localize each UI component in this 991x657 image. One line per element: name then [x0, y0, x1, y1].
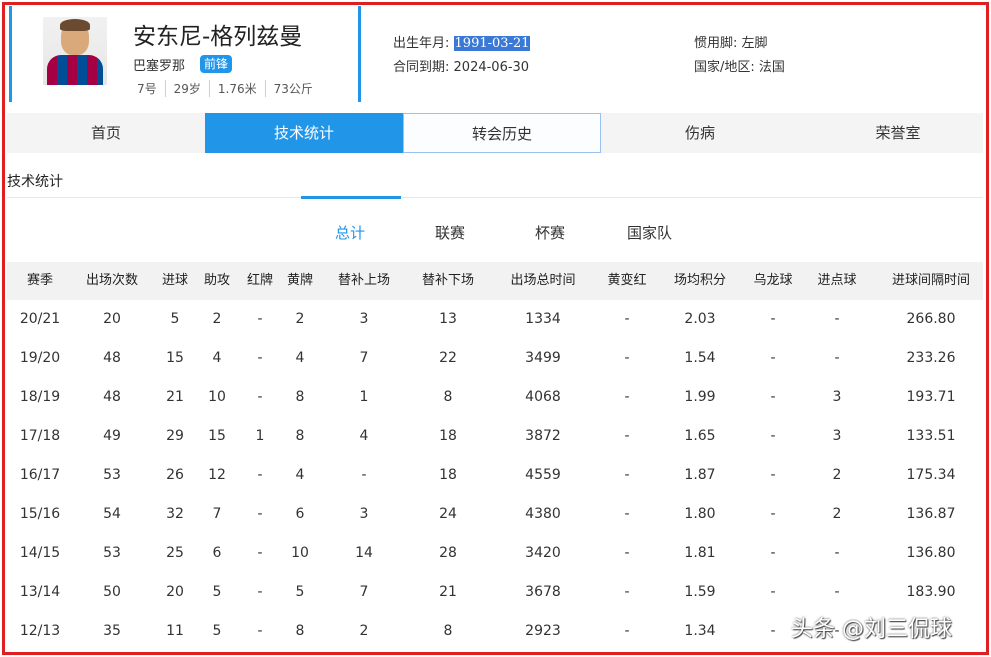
- table-row: 17/18 49 29 15 1 8 4 18 3872-1.65-3 133.51: [7, 417, 983, 456]
- player-name: 安东尼-格列兹曼: [133, 24, 303, 50]
- player-info-panel: 出生年月: 1991-03-21 合同到期: 2024-06-30 惯用脚: 左…: [358, 6, 986, 102]
- birth-date-label: 出生年月:: [393, 36, 450, 51]
- table-cell: 28: [439, 545, 457, 561]
- watermark: 头条 @刘三侃球: [791, 617, 952, 642]
- player-card: 安东尼-格列兹曼 巴塞罗那 前锋 7号 29岁 1.76米 73公斤: [9, 6, 339, 102]
- table-row: 18/19 48 21 10-8 1 8 4068-1.99-3 193.71: [7, 378, 983, 417]
- tab-honors[interactable]: 荣誉室: [799, 113, 991, 153]
- table-cell: 8: [443, 389, 453, 405]
- position-badge: 前锋: [200, 55, 233, 73]
- table-cell: -: [834, 350, 840, 366]
- table-cell: 2: [832, 467, 842, 483]
- player-avatar: [43, 17, 107, 85]
- table-cell: 2: [832, 506, 842, 522]
- table-cell: 266.80: [906, 311, 956, 327]
- hair-shape: [60, 19, 90, 31]
- section-divider: [7, 197, 983, 198]
- player-age: 29岁: [164, 80, 209, 97]
- column-header: 替补下场: [421, 273, 474, 288]
- table-cell: -: [834, 545, 840, 561]
- tab-home[interactable]: 首页: [7, 113, 205, 153]
- table-cell: 18: [439, 467, 457, 483]
- subtab-cup[interactable]: 杯赛: [535, 222, 565, 243]
- subtab-league[interactable]: 联赛: [435, 222, 465, 243]
- shirt-number: 7号: [137, 82, 157, 96]
- table-cell: 175.34: [906, 467, 956, 483]
- column-header: 进球间隔时间: [891, 273, 970, 288]
- table-row: 20/21 20 5 2-2 3 13 1334-2.03- -266.80: [7, 300, 983, 339]
- table-cell: 21: [439, 584, 457, 600]
- country-label: 国家/地区:: [694, 60, 755, 75]
- table-cell: -: [834, 584, 840, 600]
- main-nav: 首页 技术统计 转会历史 伤病 荣誉室: [7, 113, 983, 153]
- tab-stats[interactable]: 技术统计: [205, 113, 403, 153]
- tab-injuries[interactable]: 伤病: [601, 113, 799, 153]
- table-row: 19/20 48 15 4-4 7 22 3499-1.54- -233.26: [7, 339, 983, 378]
- table-cell: 8: [443, 623, 453, 639]
- jersey-shape: [47, 55, 103, 85]
- player-attributes: 7号 29岁 1.76米 73公斤: [133, 80, 321, 97]
- table-cell: 22: [439, 350, 457, 366]
- table-body: 20/21 20 5 2-2 3 13 1334-2.03- -266.80 19/20 48 15…: [7, 300, 983, 651]
- table-cell: 233.26: [906, 350, 956, 366]
- table-cell: 3: [832, 389, 842, 405]
- contract-row: 合同到期: 2024-06-30: [393, 56, 529, 75]
- birth-date-row: 出生年月: 1991-03-21: [393, 32, 531, 51]
- table-row: 16/17 53 26 12-4-18 4559-1.87-2 175.34: [7, 456, 983, 495]
- table-cell: 18: [439, 428, 457, 444]
- contract-label: 合同到期:: [393, 60, 450, 75]
- table-cell: -: [834, 311, 840, 327]
- active-subtab-indicator: [301, 196, 401, 199]
- country-row: 国家/地区: 法国: [694, 56, 785, 75]
- table-cell: 133.51: [906, 428, 956, 444]
- stats-table: 赛季 出场次数 进球 助攻 红牌 黄牌 替补上场 替补下场 出场总时间 黄变红 场均积分 乌龙球 进点球…: [7, 262, 983, 651]
- table-cell: 183.90: [906, 584, 956, 600]
- column-header: 进点球: [817, 273, 857, 288]
- player-height: 1.76米: [208, 80, 265, 97]
- birth-date-value[interactable]: 1991-03-21: [453, 36, 531, 51]
- country-value: 法国: [758, 60, 785, 75]
- club-name[interactable]: 巴塞罗那: [133, 55, 185, 74]
- table-cell: 136.87: [906, 506, 956, 522]
- table-header: 赛季 出场次数 进球 助攻 红牌 黄牌 替补上场 替补下场 出场总时间 黄变红 场均积分 乌龙球 进点球…: [7, 262, 983, 300]
- table-cell: 3: [832, 428, 842, 444]
- table-cell: 24: [439, 506, 457, 522]
- table-row: 14/15 53 25 6-10 14 28 3420-1.81- -136.80: [7, 534, 983, 573]
- table-cell: 193.71: [906, 389, 956, 405]
- contract-value: 2024-06-30: [453, 60, 530, 75]
- stats-subtabs: 总计 联赛 杯赛 国家队: [0, 222, 991, 244]
- subtab-national-team[interactable]: 国家队: [627, 222, 672, 243]
- preferred-foot-label: 惯用脚:: [694, 36, 738, 51]
- table-row: 13/14 50 20 5-5 7 21 3678-1.59- -183.90: [7, 573, 983, 612]
- table-cell: 13: [439, 311, 457, 327]
- tab-transfer-history[interactable]: 转会历史: [403, 113, 601, 153]
- preferred-foot-value: 左脚: [741, 36, 768, 51]
- player-weight: 73公斤: [264, 80, 321, 97]
- table-cell: 136.80: [906, 545, 956, 561]
- table-row: 15/16 54 32 7-6 3 24 4380-1.80-2 136.87: [7, 495, 983, 534]
- section-title: 技术统计: [7, 174, 63, 190]
- preferred-foot-row: 惯用脚: 左脚: [694, 32, 768, 51]
- subtab-total[interactable]: 总计: [335, 222, 365, 243]
